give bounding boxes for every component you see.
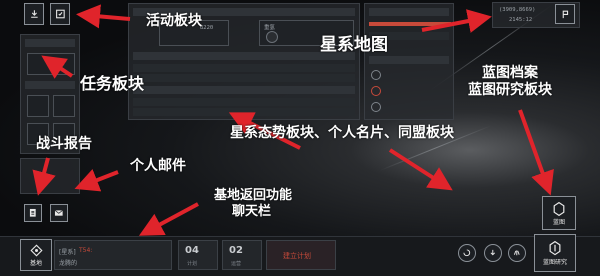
battle-report-button[interactable] [24,204,42,222]
chat-user: T54: [79,247,93,254]
data-row [133,64,355,72]
base-icon [29,244,43,257]
operation-counter[interactable]: 02 运营 [222,240,262,270]
alliance-panel[interactable] [364,3,454,120]
chat-bar[interactable]: [星系] T54: 龙腾的 [54,240,172,270]
battle-report-panel[interactable] [20,158,80,194]
mail-button[interactable] [50,204,68,222]
chat-channel: [星系] [59,249,76,256]
annotation-activity: 活动板块 [146,13,202,29]
planet-icon [266,31,278,43]
coords-readout: (3909,8669) [499,7,536,13]
base-return-button[interactable]: 基地 [20,239,52,271]
research-icon [549,241,561,256]
arrow-down-icon [490,250,496,256]
progress-bar [369,22,451,26]
data-row [133,74,355,82]
ships-icon [514,250,520,256]
plan-counter-label: 计划 [187,261,198,267]
download-button[interactable] [484,244,502,262]
operation-counter-label: 运营 [231,261,242,267]
annotation-blueprint-research: 蓝图研究板块 [468,82,552,98]
build-plan-button[interactable]: 建立计划 [266,240,336,270]
blueprint-icon [553,201,565,216]
plan-counter-value: 04 [185,245,199,256]
resource-icon [371,70,381,80]
time-readout: 2145:12 [509,17,533,23]
operation-counter-value: 02 [229,245,243,256]
task-item[interactable] [53,95,75,117]
activity-checklist-button[interactable] [50,3,70,25]
task-item[interactable] [27,95,49,117]
flag-icon [562,10,568,18]
panel-header [369,56,449,64]
activity-button[interactable] [24,3,44,25]
annotation-battle-report: 战斗报告 [36,136,92,152]
build-plan-label: 建立计划 [283,252,311,260]
annotation-tasks: 任务板块 [80,74,145,93]
resource-icon [371,102,381,112]
blueprint-archive-button[interactable]: 蓝图 [542,196,576,230]
data-row [133,108,355,116]
galaxy-map-button[interactable] [555,4,575,24]
checklist-icon [55,9,65,19]
task-item[interactable] [27,53,75,75]
galaxy-button[interactable] [458,244,476,262]
panel-header [133,86,355,94]
panel-header [369,8,449,16]
overview-metric-label: 重氢 [264,25,276,31]
annotation-galaxy-panels: 星系态势板块、个人名片、同盟板块 [230,125,454,141]
blueprint-research-label: 蓝图研究 [542,258,567,266]
task-header [25,81,75,89]
base-label: 基地 [29,260,42,267]
data-row [133,98,355,106]
annotation-personal-mail: 个人邮件 [130,158,186,174]
blueprint-label: 蓝图 [552,218,565,226]
fleet-button[interactable] [508,244,526,262]
envelope-icon [54,210,64,216]
task-header [25,39,75,47]
document-icon [30,209,36,217]
plan-counter[interactable]: 04 计划 [178,240,218,270]
annotation-chat-bar: 聊天栏 [232,204,272,219]
spiral-icon [463,249,471,257]
resource-icon [371,86,381,96]
download-icon [30,10,38,18]
chat-message: 龙腾的 [59,260,78,267]
blueprint-research-button[interactable]: 蓝图研究 [534,234,576,272]
annotation-galaxy-map: 星系地图 [320,35,388,55]
